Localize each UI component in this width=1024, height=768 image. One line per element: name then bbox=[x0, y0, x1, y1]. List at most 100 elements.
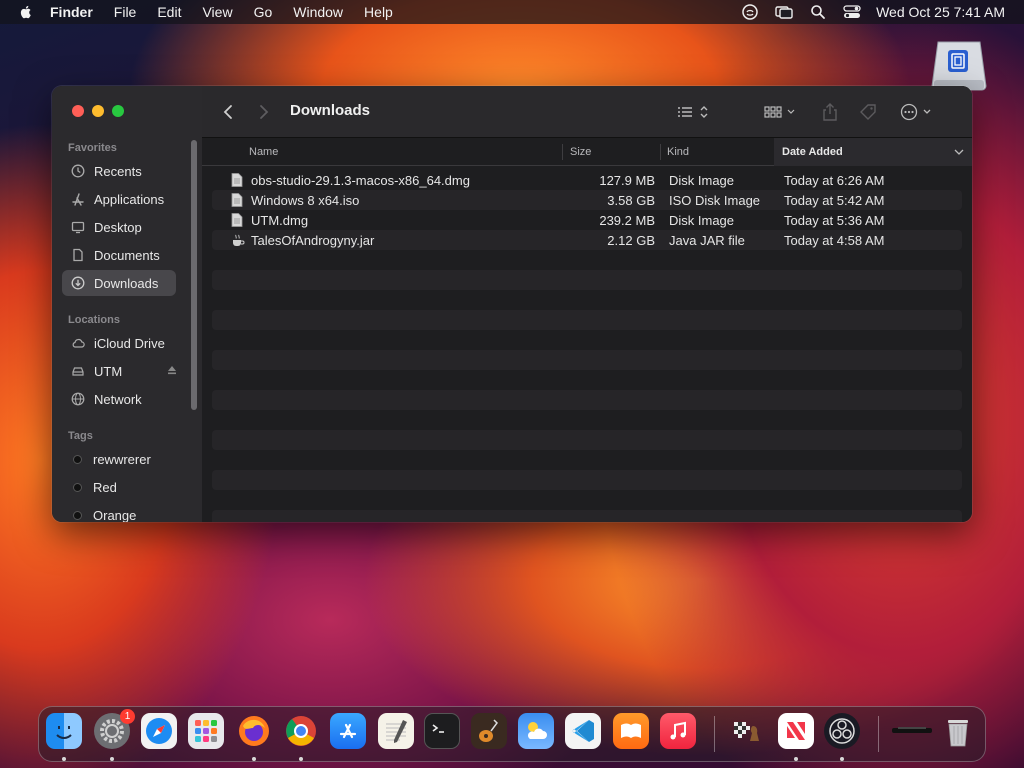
spotlight-search-icon[interactable] bbox=[808, 3, 828, 21]
sidebar-item-downloads[interactable]: Downloads bbox=[62, 270, 176, 296]
control-center-icon[interactable] bbox=[842, 3, 862, 21]
sidebar-item-label: Red bbox=[93, 479, 117, 495]
tag-button[interactable] bbox=[856, 100, 880, 124]
forward-button[interactable] bbox=[254, 102, 274, 122]
trash-icon[interactable] bbox=[940, 713, 976, 749]
view-mode-list-button[interactable] bbox=[672, 100, 712, 124]
menu-app-name[interactable]: Finder bbox=[50, 4, 93, 20]
close-window-button[interactable] bbox=[72, 105, 84, 117]
more-actions-button[interactable] bbox=[896, 100, 938, 124]
menu-go[interactable]: Go bbox=[254, 4, 273, 20]
file-name: Windows 8 x64.iso bbox=[251, 193, 360, 208]
column-size[interactable]: Size bbox=[570, 146, 591, 158]
app-store-icon[interactable] bbox=[330, 713, 366, 749]
obs-icon[interactable] bbox=[824, 713, 860, 749]
chrome-icon[interactable] bbox=[283, 713, 319, 749]
file-name: UTM.dmg bbox=[251, 213, 309, 228]
drive-icon bbox=[71, 364, 85, 378]
file-kind: Disk Image bbox=[669, 213, 735, 228]
news-icon[interactable] bbox=[778, 713, 814, 749]
dock-separator bbox=[878, 716, 879, 752]
sidebar-item-desktop[interactable]: Desktop bbox=[62, 214, 176, 240]
file-row[interactable]: TalesOfAndrogyny.jar 2.12 GB Java JAR fi… bbox=[212, 230, 962, 250]
screen-share-icon[interactable] bbox=[740, 3, 760, 21]
sidebar-item-label: Desktop bbox=[94, 219, 142, 235]
sidebar-tag-rewwrerer[interactable]: rewwrerer bbox=[62, 446, 176, 472]
sidebar-item-label: Network bbox=[94, 391, 142, 407]
garageband-icon[interactable] bbox=[471, 713, 507, 749]
launchpad-icon[interactable] bbox=[188, 713, 224, 749]
empty-row bbox=[212, 370, 962, 390]
document-icon bbox=[231, 213, 243, 227]
favorites-section-label: Favorites bbox=[68, 142, 117, 154]
sidebar-item-recents[interactable]: Recents bbox=[62, 158, 176, 184]
menu-help[interactable]: Help bbox=[364, 4, 393, 20]
sidebar-item-label: Recents bbox=[94, 163, 142, 179]
file-row[interactable]: obs-studio-29.1.3-macos-x86_64.dmg 127.9… bbox=[212, 170, 962, 190]
menu-edit[interactable]: Edit bbox=[157, 4, 181, 20]
empty-row bbox=[212, 450, 962, 470]
sidebar-item-network[interactable]: Network bbox=[62, 386, 176, 412]
file-row[interactable]: Windows 8 x64.iso 3.58 GB ISO Disk Image… bbox=[212, 190, 962, 210]
running-indicator bbox=[299, 757, 303, 761]
downloads-stack-icon[interactable] bbox=[890, 713, 934, 749]
clock-icon bbox=[71, 164, 85, 178]
column-name[interactable]: Name bbox=[249, 146, 278, 158]
sidebar: Favorites Recents Applications Desktop D… bbox=[52, 86, 202, 522]
finder-dock-icon[interactable] bbox=[46, 713, 82, 749]
file-kind: Disk Image bbox=[669, 173, 735, 188]
menu-window[interactable]: Window bbox=[293, 4, 343, 20]
apple-menu-icon[interactable] bbox=[18, 4, 34, 20]
chevron-down-icon[interactable] bbox=[954, 147, 964, 159]
chess-icon[interactable] bbox=[730, 713, 766, 749]
empty-row bbox=[212, 490, 962, 510]
terminal-icon[interactable] bbox=[424, 713, 460, 749]
zoom-window-button[interactable] bbox=[112, 105, 124, 117]
column-kind[interactable]: Kind bbox=[667, 146, 689, 158]
share-button[interactable] bbox=[818, 100, 842, 124]
empty-row bbox=[212, 350, 962, 370]
file-list: obs-studio-29.1.3-macos-x86_64.dmg 127.9… bbox=[212, 170, 962, 522]
menu-bar-clock[interactable]: Wed Oct 25 7:41 AM bbox=[876, 4, 1005, 20]
file-date-added: Today at 5:42 AM bbox=[784, 193, 885, 208]
download-icon bbox=[71, 276, 85, 290]
file-kind: ISO Disk Image bbox=[669, 193, 761, 208]
notification-badge: 1 bbox=[120, 709, 135, 724]
display-mirroring-icon[interactable] bbox=[774, 3, 794, 21]
weather-icon[interactable] bbox=[518, 713, 554, 749]
desktop-icon bbox=[71, 220, 85, 234]
empty-row bbox=[212, 290, 962, 310]
sidebar-item-utm[interactable]: UTM bbox=[62, 358, 176, 384]
finder-window: Favorites Recents Applications Desktop D… bbox=[52, 86, 972, 522]
column-divider[interactable] bbox=[562, 144, 563, 160]
safari-icon[interactable] bbox=[141, 713, 177, 749]
dock: 1 bbox=[38, 706, 986, 762]
empty-row bbox=[212, 250, 962, 270]
menu-file[interactable]: File bbox=[114, 4, 137, 20]
empty-row bbox=[212, 390, 962, 410]
sidebar-item-applications[interactable]: Applications bbox=[62, 186, 176, 212]
sidebar-tag-red[interactable]: Red bbox=[62, 474, 176, 500]
sidebar-item-label: Applications bbox=[94, 191, 165, 207]
sidebar-tag-orange[interactable]: Orange bbox=[62, 502, 176, 522]
sidebar-scrollbar[interactable] bbox=[191, 140, 197, 410]
sidebar-item-label: Orange bbox=[93, 507, 137, 523]
applications-icon bbox=[71, 192, 85, 206]
sidebar-item-icloud-drive[interactable]: iCloud Drive bbox=[62, 330, 176, 356]
menu-view[interactable]: View bbox=[202, 4, 232, 20]
eject-icon[interactable] bbox=[166, 364, 178, 376]
firefox-icon[interactable] bbox=[236, 713, 272, 749]
file-row[interactable]: UTM.dmg 239.2 MB Disk Image Today at 5:3… bbox=[212, 210, 962, 230]
column-divider[interactable] bbox=[660, 144, 661, 160]
books-icon[interactable] bbox=[613, 713, 649, 749]
column-date-added[interactable]: Date Added bbox=[782, 146, 843, 158]
vscode-icon[interactable] bbox=[565, 713, 601, 749]
group-by-button[interactable] bbox=[760, 100, 800, 124]
music-icon[interactable] bbox=[660, 713, 696, 749]
sidebar-item-documents[interactable]: Documents bbox=[62, 242, 176, 268]
back-button[interactable] bbox=[218, 102, 238, 122]
window-title: Downloads bbox=[290, 102, 371, 119]
empty-row bbox=[212, 510, 962, 522]
minimize-window-button[interactable] bbox=[92, 105, 104, 117]
textedit-icon[interactable] bbox=[378, 713, 414, 749]
